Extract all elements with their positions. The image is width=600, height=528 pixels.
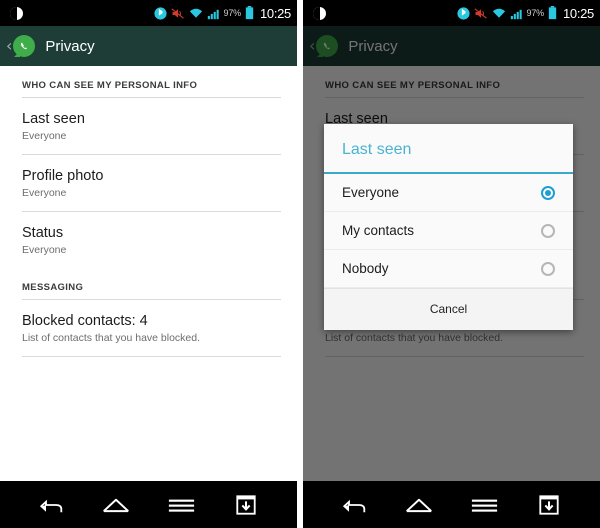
section-header-personal-info: WHO CAN SEE MY PERSONAL INFO <box>22 80 198 91</box>
dialog-title: Last seen <box>342 141 412 158</box>
setting-title: Profile photo <box>22 168 104 184</box>
option-label: Nobody <box>342 261 389 276</box>
cancel-button[interactable]: Cancel <box>324 288 573 330</box>
setting-title: Status <box>22 225 64 241</box>
section-header-messaging: MESSAGING <box>22 282 84 293</box>
setting-title: Last seen <box>22 111 85 127</box>
menu-icon[interactable] <box>464 485 504 525</box>
radio-button-my-contacts[interactable] <box>541 223 555 238</box>
phone-screen-settings: 97% 10:25 ‹ Privacy WHO CAN SEE MY PERSO… <box>0 0 297 528</box>
save-download-icon[interactable] <box>529 485 569 525</box>
volume-mute-icon <box>170 7 184 19</box>
phone-screen-dialog: 97% 10:25 ‹ Privacy WHO CAN SEE MY PERSO… <box>303 0 600 528</box>
setting-value: Everyone <box>22 244 67 256</box>
brightness-icon <box>10 6 23 20</box>
setting-title: Blocked contacts: 4 <box>22 313 148 329</box>
back-arrow-icon[interactable] <box>334 485 374 525</box>
status-bar: 97% 10:25 <box>0 0 297 26</box>
row-divider <box>22 356 281 357</box>
radio-button-nobody[interactable] <box>541 261 555 276</box>
phone-handset-icon <box>20 42 27 49</box>
app-bar: ‹ Privacy <box>0 26 297 66</box>
status-bar-left <box>6 6 154 20</box>
last-seen-dialog: Last seen Everyone My contacts Nobody Ca… <box>324 124 573 330</box>
back-arrow-icon[interactable] <box>31 485 71 525</box>
dialog-option-everyone[interactable]: Everyone <box>324 174 573 212</box>
system-navigation-bar <box>0 481 297 528</box>
screenshot-stage: 97% 10:25 ‹ Privacy WHO CAN SEE MY PERSO… <box>0 0 600 528</box>
setting-description: List of contacts that you have blocked. <box>22 332 201 344</box>
back-chevron-icon[interactable]: ‹ <box>6 38 12 54</box>
setting-row-status[interactable]: Status Everyone <box>0 212 297 268</box>
menu-icon[interactable] <box>161 485 201 525</box>
setting-value: Everyone <box>22 130 67 142</box>
cellular-signal-icon <box>510 9 522 19</box>
setting-row-last-seen[interactable]: Last seen Everyone <box>0 98 297 154</box>
clock-label: 10:25 <box>562 5 594 21</box>
status-bar-left <box>309 6 457 20</box>
home-icon[interactable] <box>399 485 439 525</box>
battery-icon <box>548 6 557 20</box>
setting-value: Everyone <box>22 187 67 199</box>
status-bar-right: 97% 10:25 <box>456 5 594 21</box>
home-icon[interactable] <box>96 485 136 525</box>
battery-percent-label: 97% <box>526 8 545 18</box>
option-label: Everyone <box>342 185 400 200</box>
whatsapp-logo-icon <box>13 35 36 57</box>
cellular-signal-icon <box>207 9 219 19</box>
page-title: Privacy <box>45 37 95 55</box>
dialog-option-my-contacts[interactable]: My contacts <box>324 212 573 250</box>
radio-button-everyone[interactable] <box>541 185 555 200</box>
status-bar: 97% 10:25 <box>303 0 600 26</box>
clock-label: 10:25 <box>259 5 291 21</box>
status-bar-right: 97% 10:25 <box>153 5 291 21</box>
wifi-icon <box>189 8 202 18</box>
wifi-icon <box>492 8 505 18</box>
bluetooth-icon <box>456 6 470 20</box>
save-download-icon[interactable] <box>226 485 266 525</box>
settings-list: WHO CAN SEE MY PERSONAL INFO Last seen E… <box>0 66 297 481</box>
system-navigation-bar <box>303 481 600 528</box>
battery-percent-label: 97% <box>223 8 242 18</box>
dialog-option-nobody[interactable]: Nobody <box>324 250 573 288</box>
brightness-icon <box>313 6 326 20</box>
setting-row-profile-photo[interactable]: Profile photo Everyone <box>0 155 297 211</box>
battery-icon <box>245 6 254 20</box>
volume-mute-icon <box>473 7 487 19</box>
bluetooth-icon <box>153 6 167 20</box>
setting-row-blocked-contacts[interactable]: Blocked contacts: 4 List of contacts tha… <box>0 300 297 356</box>
option-label: My contacts <box>342 223 415 238</box>
